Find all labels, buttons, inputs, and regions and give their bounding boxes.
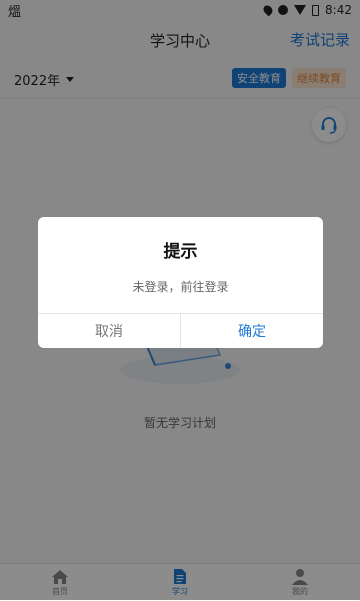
login-prompt-dialog: 提示 未登录，前往登录 取消 确定 bbox=[38, 217, 323, 348]
cancel-button[interactable]: 取消 bbox=[38, 314, 181, 348]
dialog-message: 未登录，前往登录 bbox=[132, 280, 229, 294]
dialog-buttons: 取消 确定 bbox=[38, 313, 323, 348]
confirm-button[interactable]: 确定 bbox=[181, 314, 323, 348]
dialog-title: 提示 bbox=[163, 242, 198, 262]
